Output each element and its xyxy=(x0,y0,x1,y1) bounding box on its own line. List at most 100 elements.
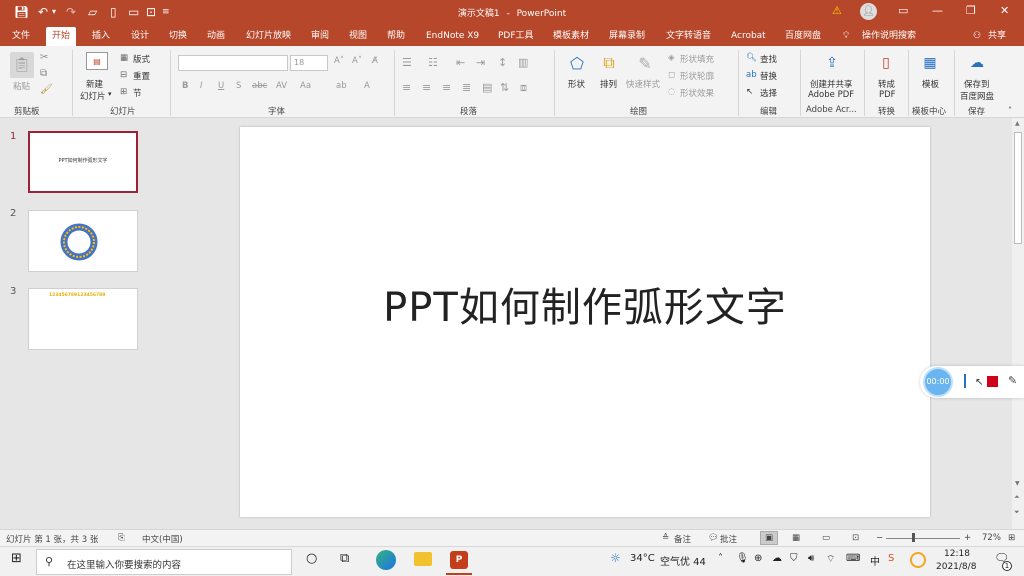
clear-format-icon[interactable]: A̸ xyxy=(372,56,378,66)
reading-view-icon[interactable]: ▭ xyxy=(822,533,830,543)
quick-styles-icon[interactable]: ✎ xyxy=(634,52,656,74)
new-slide-label-2[interactable]: 幻灯片 xyxy=(80,90,106,102)
distributed-icon[interactable]: ▤ xyxy=(482,81,492,94)
tab-baidu-netdisk[interactable]: 百度网盘 xyxy=(785,27,821,46)
columns-icon[interactable]: ▥ xyxy=(518,56,528,69)
wifi-icon[interactable]: ⌔ xyxy=(826,553,835,566)
share-button[interactable]: 共享 xyxy=(988,27,1006,46)
keyboard-icon[interactable]: ⌨ xyxy=(846,553,860,564)
zoom-out-button[interactable]: − xyxy=(876,533,883,543)
layout-button[interactable]: 版式 xyxy=(133,53,150,65)
line-spacing-icon[interactable]: ↕ xyxy=(498,56,507,69)
slide-sorter-icon[interactable]: ▦ xyxy=(792,533,800,543)
tab-view[interactable]: 视图 xyxy=(349,27,367,46)
next-slide-icon[interactable]: ⏷ xyxy=(1014,508,1020,517)
fit-slide-icon[interactable]: ⊞ xyxy=(1008,533,1015,543)
tab-design[interactable]: 设计 xyxy=(131,27,149,46)
air-quality[interactable]: 空气优 44 xyxy=(660,553,706,568)
shield-icon[interactable]: ⛉ xyxy=(790,553,798,564)
cortana-icon[interactable]: ○ xyxy=(306,551,317,566)
comments-button[interactable]: 批注 xyxy=(720,533,737,545)
grow-font-icon[interactable]: A˄ xyxy=(334,56,344,66)
quick-styles-button[interactable]: 快速样式 xyxy=(626,78,660,90)
tab-endnote[interactable]: EndNote X9 xyxy=(426,27,479,46)
convert-pdf-label-2[interactable]: PDF xyxy=(879,90,896,100)
edge-icon[interactable] xyxy=(376,550,396,570)
section-button[interactable]: 节 xyxy=(133,87,142,99)
chevron-down-icon[interactable]: ▾ xyxy=(108,90,112,98)
input-method-icon[interactable]: 中 xyxy=(870,553,880,568)
smartart-icon[interactable]: ⧈ xyxy=(520,81,527,95)
arrange-icon[interactable]: ⧉ xyxy=(598,52,620,74)
justify-icon[interactable]: ≣ xyxy=(462,81,471,94)
normal-view-icon[interactable]: ▣ xyxy=(760,531,778,545)
create-share-pdf-label-2[interactable]: Adobe PDF xyxy=(808,90,854,100)
shrink-font-icon[interactable]: A˅ xyxy=(352,56,362,66)
weather-temp[interactable]: 34°C xyxy=(630,553,655,564)
shapes-button[interactable]: 形状 xyxy=(568,78,585,90)
save-to-netdisk-label[interactable]: 保存到 xyxy=(964,78,990,90)
slide-title-text[interactable]: PPT如何制作弧形文字 xyxy=(240,275,930,333)
tab-pdf-tools[interactable]: PDF工具 xyxy=(498,27,534,46)
scroll-up-icon[interactable]: ▲ xyxy=(1015,120,1020,127)
select-button[interactable]: 选择 xyxy=(760,87,777,99)
tab-file[interactable]: 文件 xyxy=(12,27,30,46)
create-pdf-icon[interactable]: ⇪ xyxy=(822,52,842,74)
increase-indent-icon[interactable]: ⇥ xyxy=(476,56,485,69)
recorder-pause-icon[interactable] xyxy=(964,374,966,388)
file-explorer-icon[interactable] xyxy=(414,552,432,566)
arrange-button[interactable]: 排列 xyxy=(600,78,617,90)
save-to-netdisk-label-2[interactable]: 百度网盘 xyxy=(960,90,994,102)
recorder-stop-icon[interactable] xyxy=(987,376,998,387)
tab-screen-record[interactable]: 屏幕录制 xyxy=(609,27,645,46)
tab-slideshow[interactable]: 幻灯片放映 xyxy=(246,27,291,46)
warning-icon[interactable]: ⚠ xyxy=(832,4,842,17)
language-indicator[interactable]: 中文(中国) xyxy=(142,533,183,545)
slideshow-view-icon[interactable]: ⊡ xyxy=(852,533,859,543)
template-icon[interactable]: ▦ xyxy=(920,52,940,74)
shape-effects-button[interactable]: 形状效果 xyxy=(680,87,714,99)
scroll-thumb[interactable] xyxy=(1014,132,1022,244)
slide-thumbnail-1[interactable]: PPT如何制作弧形文字 xyxy=(28,131,138,193)
font-family-combo[interactable] xyxy=(178,55,288,71)
zoom-level[interactable]: 72% xyxy=(982,533,1001,543)
restore-icon[interactable]: ❐ xyxy=(966,4,976,17)
numbering-icon[interactable]: ☷ xyxy=(428,56,438,69)
ribbon-display-icon[interactable]: ▭ xyxy=(898,4,908,17)
recorder-timer[interactable]: 00:00 xyxy=(923,367,953,397)
tab-transitions[interactable]: 切换 xyxy=(169,27,187,46)
spellcheck-icon[interactable]: ⎘ xyxy=(118,533,125,543)
volume-icon[interactable]: 🔊︎ xyxy=(808,553,814,564)
cut-icon[interactable]: ✂ xyxy=(40,52,48,63)
char-spacing-icon[interactable]: AV xyxy=(276,81,287,91)
collapse-ribbon-icon[interactable]: ˄ xyxy=(1008,106,1012,115)
font-size-combo[interactable]: 18 xyxy=(290,55,328,71)
powerpoint-taskbar-icon[interactable]: P xyxy=(450,551,468,569)
tab-acrobat[interactable]: Acrobat xyxy=(731,27,766,46)
windows-start-icon[interactable]: ⊞ xyxy=(11,551,22,566)
new-slide-icon[interactable]: ▤ xyxy=(86,52,108,70)
tray-app-icon[interactable]: ⊕ xyxy=(754,553,762,564)
italic-icon[interactable]: I xyxy=(200,81,203,91)
task-view-icon[interactable]: ⧉ xyxy=(340,551,349,566)
taskbar-search-box[interactable]: ⚲ 在这里输入你要搜索的内容 xyxy=(36,549,292,575)
change-case-icon[interactable]: Aa xyxy=(300,81,311,91)
zoom-slider-thumb[interactable] xyxy=(912,533,915,542)
clock-time[interactable]: 12:18 xyxy=(944,549,970,559)
convert-pdf-label[interactable]: 转成 xyxy=(878,78,895,90)
tab-insert[interactable]: 插入 xyxy=(92,27,110,46)
decrease-indent-icon[interactable]: ⇤ xyxy=(456,56,465,69)
align-left-icon[interactable]: ≡ xyxy=(402,81,411,94)
highlight-icon[interactable]: ab xyxy=(336,81,347,91)
tab-templates[interactable]: 模板素材 xyxy=(553,27,589,46)
font-color-icon[interactable]: A xyxy=(364,81,370,91)
zoom-in-button[interactable]: + xyxy=(964,533,971,543)
new-slide-label[interactable]: 新建 xyxy=(86,78,103,90)
clock-date[interactable]: 2021/8/8 xyxy=(936,562,976,572)
slide-thumbnail-2[interactable] xyxy=(28,210,138,272)
text-direction-icon[interactable]: ⇅ xyxy=(500,81,509,94)
slide-thumbnail-3[interactable]: 123456789123456789 xyxy=(28,288,138,350)
tray-circle-icon[interactable] xyxy=(910,552,926,568)
bullets-icon[interactable]: ☰ xyxy=(402,56,412,69)
align-center-icon[interactable]: ≡ xyxy=(422,81,431,94)
